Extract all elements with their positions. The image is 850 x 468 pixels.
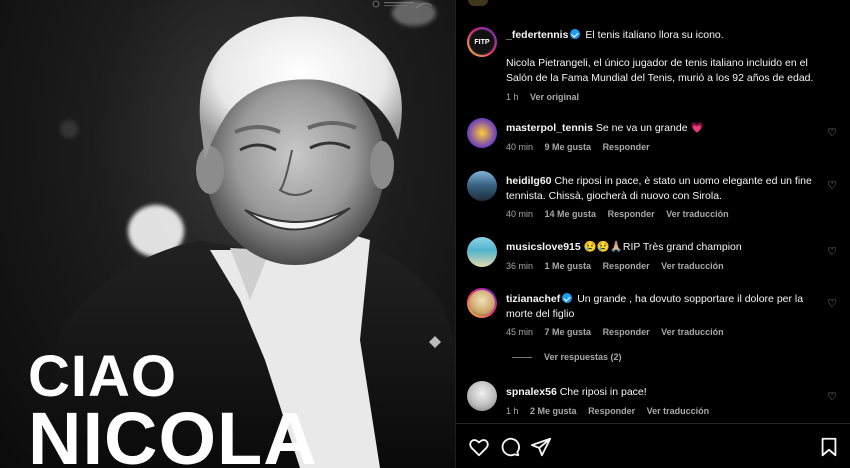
comment-time: 36 min — [506, 261, 534, 271]
comment-item: tizianachef Un grande , ha dovuto soppor… — [506, 292, 816, 321]
comment-meta: 40 min 9 Me gusta Responder — [506, 142, 659, 152]
avatar[interactable] — [467, 237, 497, 267]
see-translation-link[interactable]: Ver traducción — [661, 327, 724, 337]
see-translation-link[interactable]: Ver traducción — [661, 261, 724, 271]
caption-body: Nicola Pietrangeli, el único jugador de … — [506, 57, 814, 84]
scroll-remnant — [468, 0, 488, 6]
reply-button[interactable]: Responder — [603, 142, 650, 152]
comment-time: 45 min — [506, 327, 534, 337]
comment-text: Che riposi in pace, è stato un uomo eleg… — [506, 175, 812, 202]
comment-likes[interactable]: 14 Me gusta — [545, 209, 597, 219]
comment-like-heart-icon[interactable]: ♡ — [826, 180, 838, 192]
comment-icon[interactable] — [499, 436, 521, 458]
caption-title: El tenis italiano llora su icono. — [585, 29, 724, 41]
view-replies-button[interactable]: Ver respuestas (2) — [512, 352, 622, 362]
reply-button[interactable]: Responder — [603, 327, 650, 337]
comment-time: 40 min — [506, 142, 534, 152]
comment-username[interactable]: spnalex56 — [506, 386, 557, 398]
verified-badge-icon — [562, 293, 573, 303]
comment-text: 😢😢🙏🏼RIP Très grand champion — [583, 241, 742, 253]
comment-meta: 40 min 14 Me gusta Responder Ver traducc… — [506, 209, 738, 219]
comment-username[interactable]: tizianachef — [506, 293, 560, 305]
comment-like-heart-icon[interactable]: ♡ — [826, 127, 838, 139]
comment-text: Se ne va un grande 💗 — [595, 122, 704, 134]
view-original-link[interactable]: Ver original — [530, 92, 579, 102]
comment-time: 1 h — [506, 406, 519, 416]
post-image[interactable]: CIAO NICOLA — [0, 0, 455, 468]
comment-item: heidilg60 Che riposi in pace, è stato un… — [506, 174, 816, 203]
reply-button[interactable]: Responder — [603, 261, 650, 271]
view-replies-label: Ver respuestas (2) — [544, 352, 622, 362]
avatar[interactable] — [467, 381, 497, 411]
avatar[interactable] — [467, 118, 497, 148]
comments-panel: FITP _federtennis El tenis italiano llor… — [455, 0, 850, 468]
comment-meta: 36 min 1 Me gusta Responder Ver traducci… — [506, 261, 733, 271]
comment-likes[interactable]: 9 Me gusta — [545, 142, 592, 152]
reply-button[interactable]: Responder — [588, 406, 635, 416]
send-icon[interactable] — [530, 436, 552, 458]
avatar-photo — [469, 290, 495, 316]
comment-text: Che riposi in pace! — [559, 386, 647, 398]
headline-line-2: NICOLA — [28, 397, 318, 468]
comment-username[interactable]: masterpol_tennis — [506, 122, 593, 134]
comment-likes[interactable]: 2 Me gusta — [530, 406, 577, 416]
bookmark-icon[interactable] — [818, 436, 840, 458]
fitp-logo-icon: FITP — [469, 29, 495, 55]
comment-username[interactable]: musicslove915 — [506, 241, 581, 253]
reply-button[interactable]: Responder — [608, 209, 655, 219]
comment-item: masterpol_tennis Se ne va un grande 💗 — [506, 121, 816, 136]
comment-like-heart-icon[interactable]: ♡ — [826, 298, 838, 310]
caption-meta: 1 h Ver original — [506, 92, 588, 102]
avatar[interactable]: FITP — [467, 27, 497, 57]
avatar[interactable] — [467, 171, 497, 201]
caption-time: 1 h — [506, 92, 519, 102]
comment-meta: 45 min 7 Me gusta Responder Ver traducci… — [506, 327, 733, 337]
caption: _federtennis El tenis italiano llora su … — [506, 28, 816, 43]
caption-username[interactable]: _federtennis — [506, 29, 568, 41]
comment-like-heart-icon[interactable]: ♡ — [826, 246, 838, 258]
comment-likes[interactable]: 7 Me gusta — [545, 327, 592, 337]
comment-item: spnalex56 Che riposi in pace! — [506, 385, 816, 400]
heart-icon[interactable] — [468, 436, 490, 458]
comment-time: 40 min — [506, 209, 534, 219]
see-translation-link[interactable]: Ver traducción — [666, 209, 729, 219]
comment-username[interactable]: heidilg60 — [506, 175, 552, 187]
post-action-bar — [456, 423, 850, 468]
see-translation-link[interactable]: Ver traducción — [647, 406, 710, 416]
comment-like-heart-icon[interactable]: ♡ — [826, 391, 838, 403]
verified-badge-icon — [570, 29, 581, 39]
comment-likes[interactable]: 1 Me gusta — [545, 261, 592, 271]
comment-meta: 1 h 2 Me gusta Responder Ver traducción — [506, 406, 718, 416]
avatar[interactable] — [467, 288, 497, 318]
comment-item: musicslove915 😢😢🙏🏼RIP Très grand champio… — [506, 240, 816, 255]
replies-divider — [512, 357, 532, 359]
